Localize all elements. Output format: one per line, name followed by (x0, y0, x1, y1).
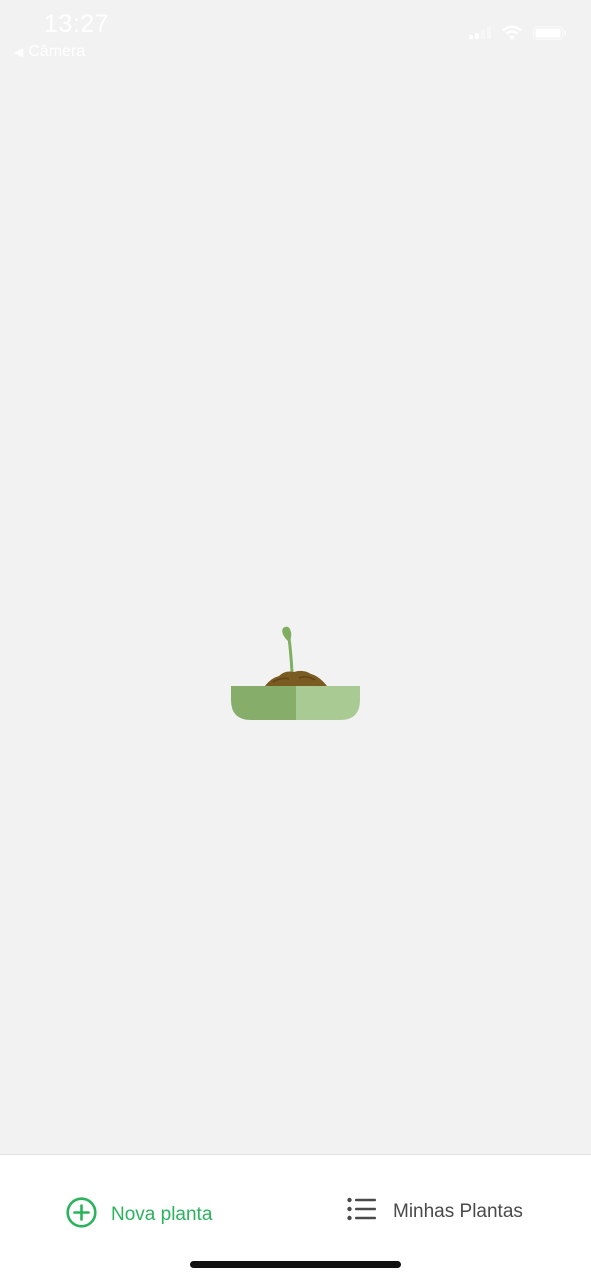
status-time: 13:27 (44, 10, 110, 38)
bottom-tab-bar: Nova planta Minhas Plantas (0, 1154, 591, 1280)
new-plant-button[interactable]: Nova planta (66, 1197, 212, 1233)
signal-icon (469, 27, 491, 39)
new-plant-label: Nova planta (111, 1204, 213, 1225)
back-app-label: Câmera (28, 43, 86, 60)
back-triangle-icon: ◀ (14, 45, 24, 59)
my-plants-button[interactable]: Minhas Plantas (347, 1197, 523, 1226)
battery-icon (533, 25, 567, 41)
wifi-icon (501, 25, 523, 41)
home-indicator[interactable] (190, 1261, 401, 1268)
status-icons (469, 25, 567, 41)
app-screen: 13:27 ◀ Câmera Nova planta Minhas Planta… (0, 0, 591, 1280)
plus-circle-icon (66, 1197, 97, 1233)
status-bar: 13:27 ◀ Câmera (0, 0, 591, 70)
my-plants-label: Minhas Plantas (393, 1200, 523, 1222)
plant-seedling-illustration (229, 622, 363, 722)
list-icon (347, 1197, 377, 1226)
back-to-app-link[interactable]: ◀ Câmera (14, 43, 85, 61)
